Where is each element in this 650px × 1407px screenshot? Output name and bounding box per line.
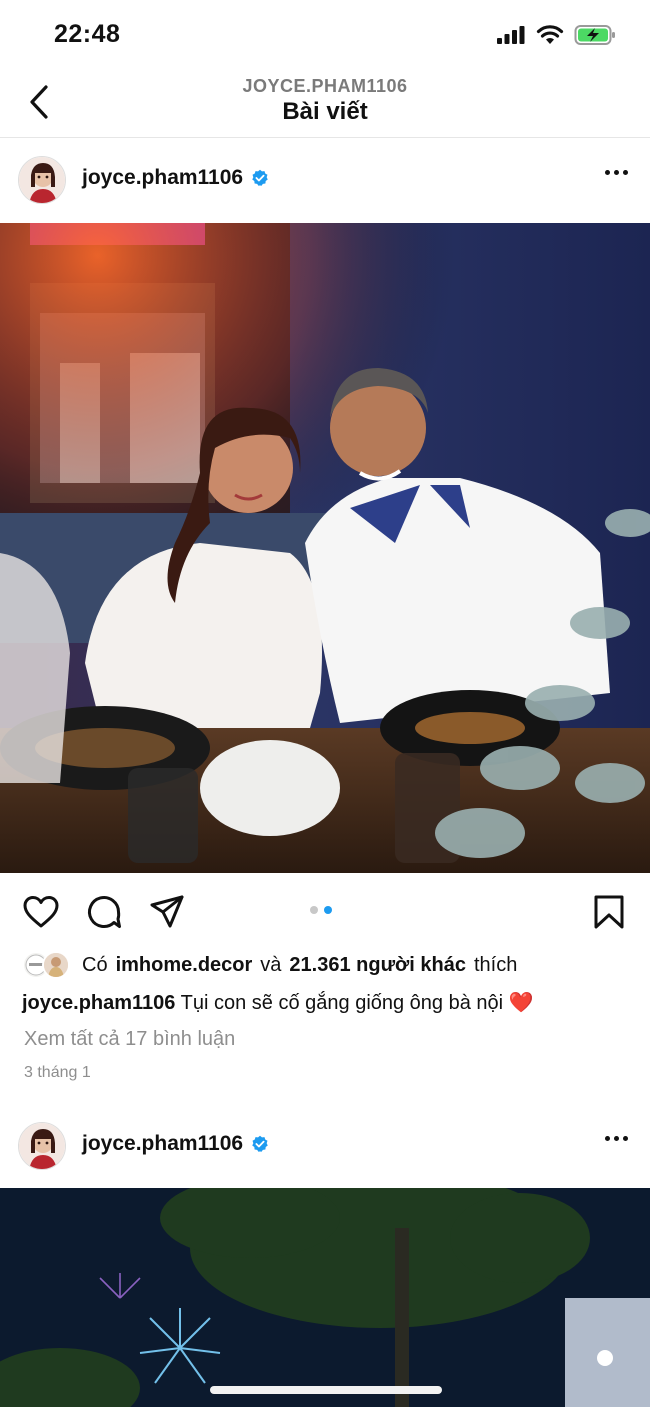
page-header: JOYCE.PHAM1106 Bài viết xyxy=(0,70,650,138)
more-dot xyxy=(614,1136,619,1141)
post-photo[interactable] xyxy=(0,223,650,873)
view-all-comments-link[interactable]: Xem tất cả 17 bình luận xyxy=(24,1028,235,1051)
likes-summary[interactable]: Có imhome.decor và 21.361 người khác thí… xyxy=(22,950,517,980)
first-liker[interactable]: imhome.decor xyxy=(116,954,253,977)
more-options-button[interactable] xyxy=(605,1136,628,1141)
bookmark-icon[interactable] xyxy=(590,893,628,931)
status-time: 22:48 xyxy=(54,20,121,48)
post-header: joyce.pham1106 xyxy=(0,138,650,222)
likes-prefix: Có xyxy=(82,953,108,976)
verified-badge-icon xyxy=(252,169,268,186)
username-row: joyce.pham1106 xyxy=(82,166,269,190)
verified-badge-icon xyxy=(252,1135,268,1152)
status-bar: 22:48 xyxy=(0,0,650,70)
caption-emoji: ❤️ xyxy=(508,992,534,1014)
carousel-dot-active xyxy=(324,906,332,914)
avatar-image xyxy=(19,1123,65,1169)
signal-icon xyxy=(497,26,525,44)
more-dot xyxy=(614,170,619,175)
next-post-header: joyce.pham1106 xyxy=(0,1104,650,1188)
header-username: JOYCE.PHAM1106 xyxy=(242,76,408,96)
carousel-indicator xyxy=(310,906,332,914)
post-username[interactable]: joyce.pham1106 xyxy=(82,166,243,190)
avatar[interactable] xyxy=(18,156,66,204)
share-send-icon[interactable] xyxy=(148,893,186,931)
caption-username[interactable]: joyce.pham1106 xyxy=(22,992,175,1014)
caption-text: Tụi con sẽ cố gắng giống ông bà nội xyxy=(180,992,504,1014)
home-indicator[interactable] xyxy=(210,1386,442,1394)
post-photo-image xyxy=(0,223,650,873)
likes-suffix: thích xyxy=(473,953,518,976)
username-row: joyce.pham1106 xyxy=(82,1132,269,1156)
action-bar xyxy=(0,873,650,949)
likes-conj: và xyxy=(260,953,282,976)
liker-photo-icon xyxy=(44,953,68,977)
post-caption: joyce.pham1106 Tụi con sẽ cố gắng giống … xyxy=(22,990,632,1015)
battery-charging-icon xyxy=(574,25,615,45)
more-dot xyxy=(623,170,628,175)
more-dot xyxy=(623,1136,628,1141)
page-title: Bài viết xyxy=(282,98,368,125)
like-heart-icon[interactable] xyxy=(22,893,60,931)
avatar[interactable] xyxy=(18,1122,66,1170)
fireworks-image xyxy=(0,1188,650,1407)
wifi-icon xyxy=(536,25,564,44)
status-icons xyxy=(496,24,616,46)
next-post-photo[interactable] xyxy=(0,1188,650,1407)
avatar-image xyxy=(19,157,65,203)
more-dot xyxy=(605,170,610,175)
carousel-dot xyxy=(310,906,318,914)
post-date: 3 tháng 1 xyxy=(24,1064,91,1081)
more-options-button[interactable] xyxy=(605,170,628,175)
likes-count[interactable]: 21.361 người khác xyxy=(289,954,466,977)
comment-icon[interactable] xyxy=(85,893,123,931)
more-dot xyxy=(605,1136,610,1141)
liker-avatars xyxy=(22,951,74,979)
post-username[interactable]: joyce.pham1106 xyxy=(82,1132,243,1156)
liker-avatar xyxy=(42,951,70,979)
